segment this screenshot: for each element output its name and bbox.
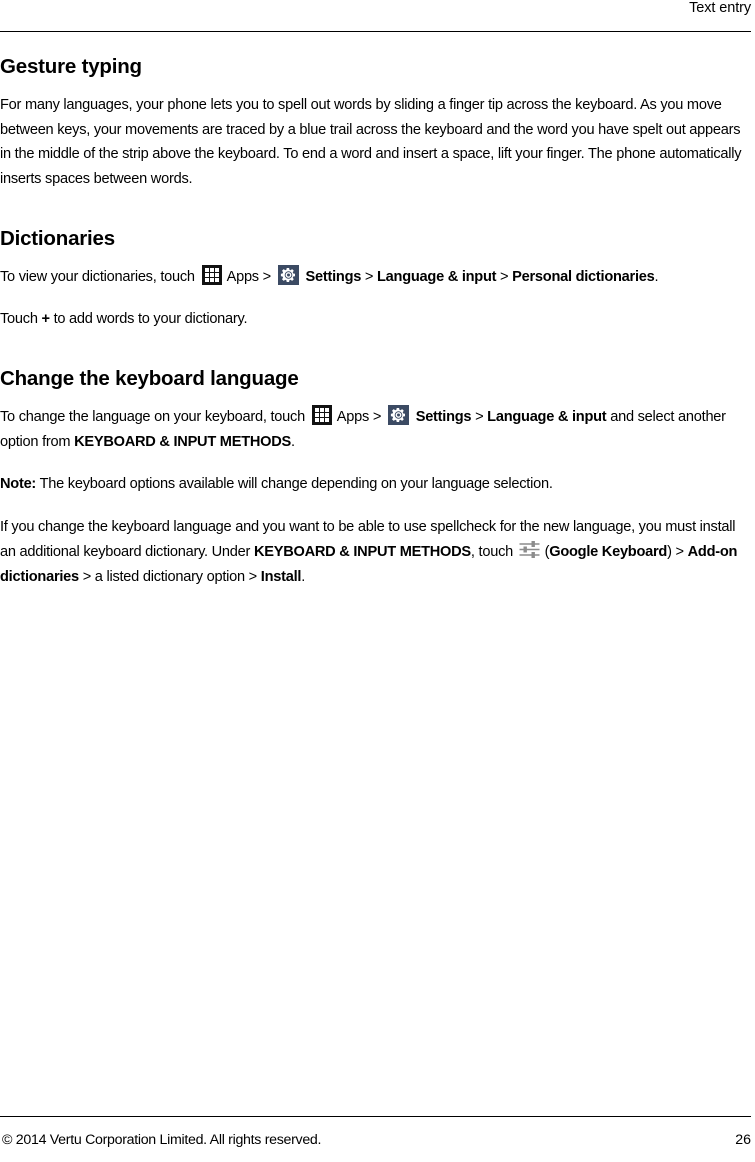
- apps-label: Apps: [333, 409, 370, 426]
- paragraph-view-dictionaries: To view your dictionaries, touch Apps > …: [0, 264, 751, 290]
- section-heading-change-keyboard-language: Change the keyboard language: [0, 367, 299, 391]
- header-title: Text entry: [689, 0, 751, 16]
- settings-label: Settings: [411, 409, 472, 426]
- page-footer: © 2014 Vertu Corporation Limited. All ri…: [0, 1116, 755, 1162]
- separator: >: [471, 409, 488, 426]
- footer-copyright: © 2014 Vertu Corporation Limited. All ri…: [2, 1132, 322, 1148]
- gear-icon: [387, 405, 409, 426]
- apps-label: Apps: [223, 268, 260, 285]
- text-part-3: (: [540, 543, 550, 560]
- google-keyboard-label: Google Keyboard: [549, 543, 668, 560]
- language-and-input-label: Language & input: [377, 268, 497, 285]
- note-text: The keyboard options available will chan…: [36, 476, 553, 493]
- text-part-4: ) >: [667, 543, 688, 560]
- section-heading-gesture-typing: Gesture typing: [0, 55, 142, 78]
- text-prefix: To view your dictionaries, touch: [0, 268, 199, 285]
- apps-grid-icon: [201, 264, 222, 285]
- section-heading-dictionaries: Dictionaries: [0, 226, 115, 250]
- footer-page-number: 26: [735, 1132, 751, 1148]
- text-part-5: > a listed dictionary option >: [78, 568, 261, 585]
- install-label: Install: [260, 568, 302, 585]
- header-divider: [0, 31, 751, 32]
- paragraph-note: Note: The keyboard options available wil…: [0, 472, 751, 497]
- gear-icon: [277, 264, 299, 285]
- settings-label: Settings: [301, 268, 362, 285]
- text-suffix: .: [301, 568, 305, 585]
- keyboard-input-methods-label: KEYBOARD & INPUT METHODS: [253, 543, 471, 560]
- text-suffix: .: [654, 268, 659, 285]
- text-part-2: , touch: [470, 543, 517, 560]
- paragraph-add-words: Touch + to add words to your dictionary.: [0, 307, 751, 332]
- separator: >: [496, 268, 513, 285]
- paragraph-install-dictionary: If you change the keyboard language and …: [0, 515, 751, 589]
- text-suffix: .: [291, 433, 295, 450]
- page-header: Text entry: [0, 0, 755, 32]
- paragraph-gesture-typing: For many languages, your phone lets you …: [0, 96, 742, 188]
- keyboard-input-methods-label: KEYBOARD & INPUT METHODS: [74, 433, 292, 450]
- separator: >: [258, 268, 275, 285]
- separator: >: [369, 409, 385, 426]
- text-prefix: To change the language on your keyboard,…: [0, 409, 309, 426]
- document-page: Text entry Gesture typing For many langu…: [0, 0, 755, 1162]
- separator: >: [361, 268, 378, 285]
- note-label: Note:: [0, 476, 37, 493]
- text-prefix: Touch: [0, 311, 42, 328]
- paragraph-change-language: To change the language on your keyboard,…: [0, 405, 751, 454]
- apps-grid-icon: [311, 405, 332, 426]
- plus-symbol: +: [41, 311, 51, 328]
- footer-divider: [0, 1116, 751, 1117]
- sliders-icon: [519, 540, 540, 559]
- document-content: Gesture typing For many languages, your …: [0, 55, 751, 589]
- personal-dictionaries-label: Personal dictionaries: [512, 268, 655, 285]
- text-suffix: to add words to your dictionary.: [49, 311, 248, 328]
- language-and-input-label: Language & input: [487, 409, 607, 426]
